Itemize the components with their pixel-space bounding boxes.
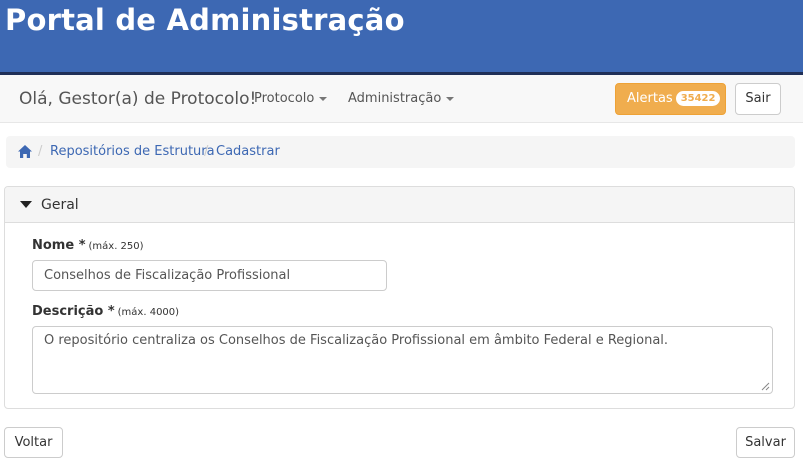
alerts-label: Alertas — [627, 91, 673, 106]
alerts-button[interactable]: Alertas 35422 — [615, 83, 726, 115]
breadcrumb-separator: / — [38, 144, 43, 159]
home-icon[interactable] — [17, 144, 33, 159]
breadcrumb-separator: / — [204, 144, 209, 159]
description-field-label: Descrição * (máx. 4000) — [32, 304, 179, 319]
breadcrumb-repositorios[interactable]: Repositórios de Estrutura — [50, 144, 215, 159]
caret-down-icon — [446, 96, 455, 101]
menu-protocolo-label: Protocolo — [254, 91, 315, 106]
name-input[interactable]: Conselhos de Fiscalização Profissional — [32, 260, 387, 291]
logout-button[interactable]: Sair — [735, 83, 781, 115]
top-navbar: Olá, Gestor(a) de Protocolo! Protocolo A… — [0, 75, 803, 123]
breadcrumb: / Repositórios de Estrutura / Cadastrar — [6, 136, 795, 168]
back-button[interactable]: Voltar — [4, 427, 63, 458]
alerts-count-badge: 35422 — [675, 91, 721, 106]
description-label-text: Descrição * — [32, 304, 115, 319]
menu-administracao[interactable]: Administração — [348, 91, 455, 106]
breadcrumb-cadastrar[interactable]: Cadastrar — [216, 144, 280, 159]
triangle-down-icon — [20, 201, 32, 208]
name-label-text: Nome * — [32, 238, 86, 253]
general-panel-heading[interactable]: Geral — [5, 187, 794, 223]
general-panel: Geral Nome * (máx. 250) Conselhos de Fisc… — [4, 186, 795, 409]
description-hint: (máx. 4000) — [117, 307, 180, 318]
name-hint: (máx. 250) — [88, 241, 144, 252]
caret-down-icon — [319, 96, 328, 101]
menu-protocolo[interactable]: Protocolo — [254, 91, 328, 106]
save-button[interactable]: Salvar — [736, 427, 795, 458]
portal-title: Portal de Administração — [5, 3, 405, 37]
user-greeting: Olá, Gestor(a) de Protocolo! — [19, 89, 257, 109]
panel-heading-label: Geral — [41, 197, 79, 213]
description-text: O repositório centraliza os Conselhos de… — [44, 333, 669, 348]
resize-grip-icon[interactable] — [760, 381, 770, 391]
menu-administracao-label: Administração — [348, 91, 442, 106]
description-textarea[interactable]: O repositório centraliza os Conselhos de… — [32, 326, 773, 394]
name-field-label: Nome * (máx. 250) — [32, 238, 144, 253]
portal-header: Portal de Administração — [0, 0, 803, 75]
